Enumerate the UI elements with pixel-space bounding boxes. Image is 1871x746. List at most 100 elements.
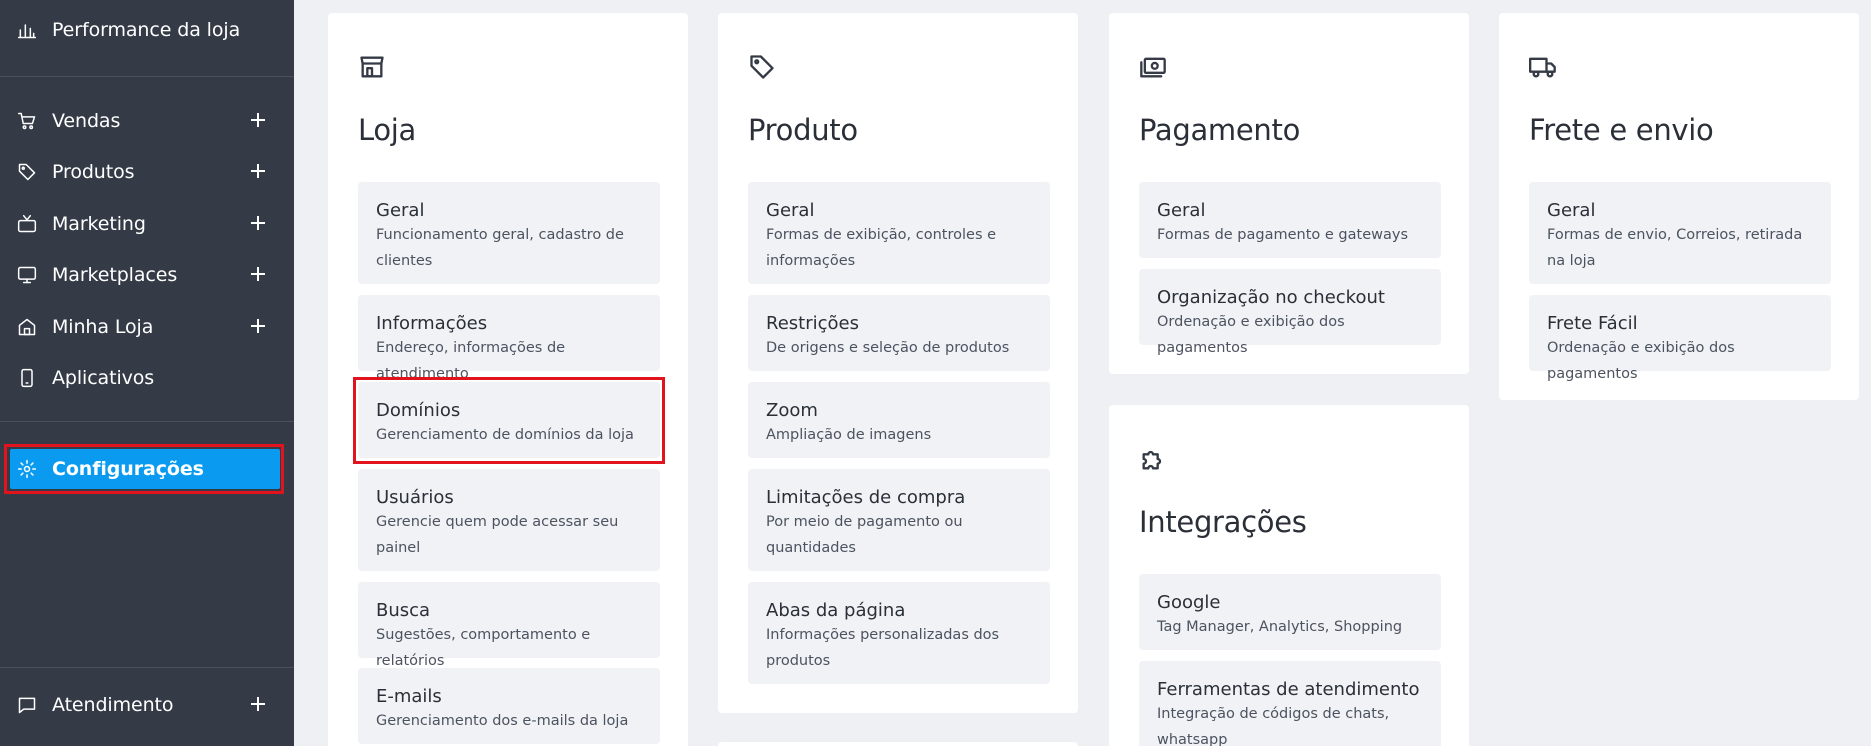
option-title: Usuários: [376, 487, 454, 508]
option-title: Restrições: [766, 313, 859, 334]
option-produto-geral[interactable]: Geral Formas de exibição, controles e in…: [748, 182, 1050, 284]
money-icon: [1139, 53, 1169, 83]
option-desc: Ordenação e exibição dos pagamentos: [1157, 314, 1345, 356]
card-title: Loja: [358, 113, 417, 147]
chat-icon: [16, 694, 38, 716]
option-title: Geral: [1157, 200, 1206, 221]
sidebar-item-label: Marketplaces: [52, 264, 178, 286]
option-pagamento-checkout[interactable]: Organização no checkout Ordenação e exib…: [1139, 269, 1441, 356]
truck-icon: [1529, 53, 1559, 83]
option-frete-facil[interactable]: Frete Fácil Ordenação e exibição dos pag…: [1529, 295, 1831, 382]
sidebar-item-label: Aplicativos: [52, 367, 155, 389]
option-desc: Integração de códigos de chats, whatsapp: [1157, 706, 1390, 746]
option-title: Organização no checkout: [1157, 287, 1385, 308]
sidebar-item-label: Minha Loja: [52, 316, 154, 338]
sidebar-item-marketing[interactable]: Marketing: [0, 204, 294, 244]
sidebar-item-label: Marketing: [52, 213, 146, 235]
option-frete-geral[interactable]: Geral Formas de envio, Correios, retirad…: [1529, 182, 1831, 284]
card-title: Produto: [748, 113, 858, 147]
plus-icon[interactable]: [246, 211, 270, 235]
plus-icon[interactable]: [246, 108, 270, 132]
option-title: Geral: [376, 200, 425, 221]
option-loja-emails[interactable]: E-mails Gerenciamento dos e-mails da loj…: [358, 668, 660, 744]
option-loja-informacoes[interactable]: Informações Endereço, informações de ate…: [358, 295, 660, 382]
sidebar-item-configuracoes[interactable]: Configurações: [10, 449, 280, 489]
option-title: Geral: [1547, 200, 1596, 221]
option-loja-busca[interactable]: Busca Sugestões, comportamento e relatór…: [358, 582, 660, 669]
option-desc: De origens e seleção de produtos: [766, 340, 1010, 356]
option-desc: Formas de envio, Correios, retirada na l…: [1547, 227, 1803, 269]
sidebar-item-label: Performance da loja: [52, 19, 241, 41]
option-desc: Ampliação de imagens: [766, 427, 932, 443]
option-desc: Formas de pagamento e gateways: [1157, 227, 1408, 243]
option-desc: Sugestões, comportamento e relatórios: [376, 627, 591, 669]
option-desc: Formas de exibição, controles e informaç…: [766, 227, 997, 269]
option-integracoes-google[interactable]: Google Tag Manager, Analytics, Shopping: [1139, 574, 1441, 650]
card-integracoes: Integrações Google Tag Manager, Analytic…: [1109, 405, 1469, 746]
sidebar-item-label: Vendas: [52, 110, 121, 132]
sidebar: Performance da loja Vendas Produtos Mark…: [0, 0, 294, 746]
option-pagamento-geral[interactable]: Geral Formas de pagamento e gateways: [1139, 182, 1441, 258]
option-produto-zoom[interactable]: Zoom Ampliação de imagens: [748, 382, 1050, 458]
plus-icon[interactable]: [246, 159, 270, 183]
cart-icon: [16, 110, 38, 132]
card-next: [718, 742, 1078, 746]
bar-chart-icon: [16, 19, 38, 41]
plus-icon[interactable]: [246, 262, 270, 286]
option-title: Ferramentas de atendimento: [1157, 679, 1420, 700]
tag-icon: [16, 161, 38, 183]
option-produto-limitacoes[interactable]: Limitações de compra Por meio de pagamen…: [748, 469, 1050, 571]
option-desc: Funcionamento geral, cadastro de cliente…: [376, 227, 624, 269]
sidebar-item-performance[interactable]: Performance da loja: [0, 10, 294, 50]
home-icon: [16, 316, 38, 338]
card-title: Pagamento: [1139, 113, 1301, 147]
puzzle-icon: [1139, 445, 1169, 475]
sidebar-divider: [0, 667, 294, 668]
monitor-icon: [16, 264, 38, 286]
card-title: Integrações: [1139, 505, 1307, 539]
option-title: Informações: [376, 313, 488, 334]
sidebar-item-label: Produtos: [52, 161, 135, 183]
plus-icon[interactable]: [246, 314, 270, 338]
sidebar-item-minha-loja[interactable]: Minha Loja: [0, 307, 294, 347]
option-desc: Por meio de pagamento ou quantidades: [766, 514, 963, 556]
sidebar-item-label: Atendimento: [52, 694, 174, 716]
sidebar-item-aplicativos[interactable]: Aplicativos: [0, 358, 294, 398]
sidebar-item-label: Configurações: [52, 458, 204, 480]
option-desc: Tag Manager, Analytics, Shopping: [1157, 619, 1403, 635]
option-title: Busca: [376, 600, 431, 621]
option-title: Geral: [766, 200, 815, 221]
option-loja-geral[interactable]: Geral Funcionamento geral, cadastro de c…: [358, 182, 660, 284]
option-desc: Informações personalizadas dos produtos: [766, 627, 1000, 669]
gear-icon: [16, 458, 38, 480]
sidebar-item-atendimento[interactable]: Atendimento: [0, 685, 294, 725]
tag-icon: [748, 53, 778, 83]
store-icon: [358, 53, 388, 83]
card-title: Frete e envio: [1529, 113, 1714, 147]
option-title: Abas da página: [766, 600, 906, 621]
sidebar-item-marketplaces[interactable]: Marketplaces: [0, 255, 294, 295]
option-title: Limitações de compra: [766, 487, 966, 508]
option-title: E-mails: [376, 686, 442, 707]
sidebar-item-produtos[interactable]: Produtos: [0, 152, 294, 192]
option-title: Frete Fácil: [1547, 313, 1638, 334]
sidebar-divider: [0, 76, 294, 77]
option-title: Google: [1157, 592, 1221, 613]
card-frete: Frete e envio Geral Formas de envio, Cor…: [1499, 13, 1859, 400]
highlight-box: [353, 377, 665, 464]
option-desc: Gerencie quem pode acessar seu painel: [376, 514, 619, 556]
card-produto: Produto Geral Formas de exibição, contro…: [718, 13, 1078, 713]
smartphone-icon: [16, 367, 38, 389]
option-produto-abas[interactable]: Abas da página Informações personalizada…: [748, 582, 1050, 684]
option-produto-restricoes[interactable]: Restrições De origens e seleção de produ…: [748, 295, 1050, 371]
option-loja-usuarios[interactable]: Usuários Gerencie quem pode acessar seu …: [358, 469, 660, 571]
tv-icon: [16, 213, 38, 235]
option-title: Zoom: [766, 400, 818, 421]
card-pagamento: Pagamento Geral Formas de pagamento e ga…: [1109, 13, 1469, 374]
sidebar-item-vendas[interactable]: Vendas: [0, 101, 294, 141]
sidebar-divider: [0, 421, 294, 422]
plus-icon[interactable]: [246, 692, 270, 716]
option-integracoes-ferramentas[interactable]: Ferramentas de atendimento Integração de…: [1139, 661, 1441, 746]
option-desc: Ordenação e exibição dos pagamentos: [1547, 340, 1735, 382]
option-desc: Gerenciamento dos e-mails da loja: [376, 713, 629, 729]
